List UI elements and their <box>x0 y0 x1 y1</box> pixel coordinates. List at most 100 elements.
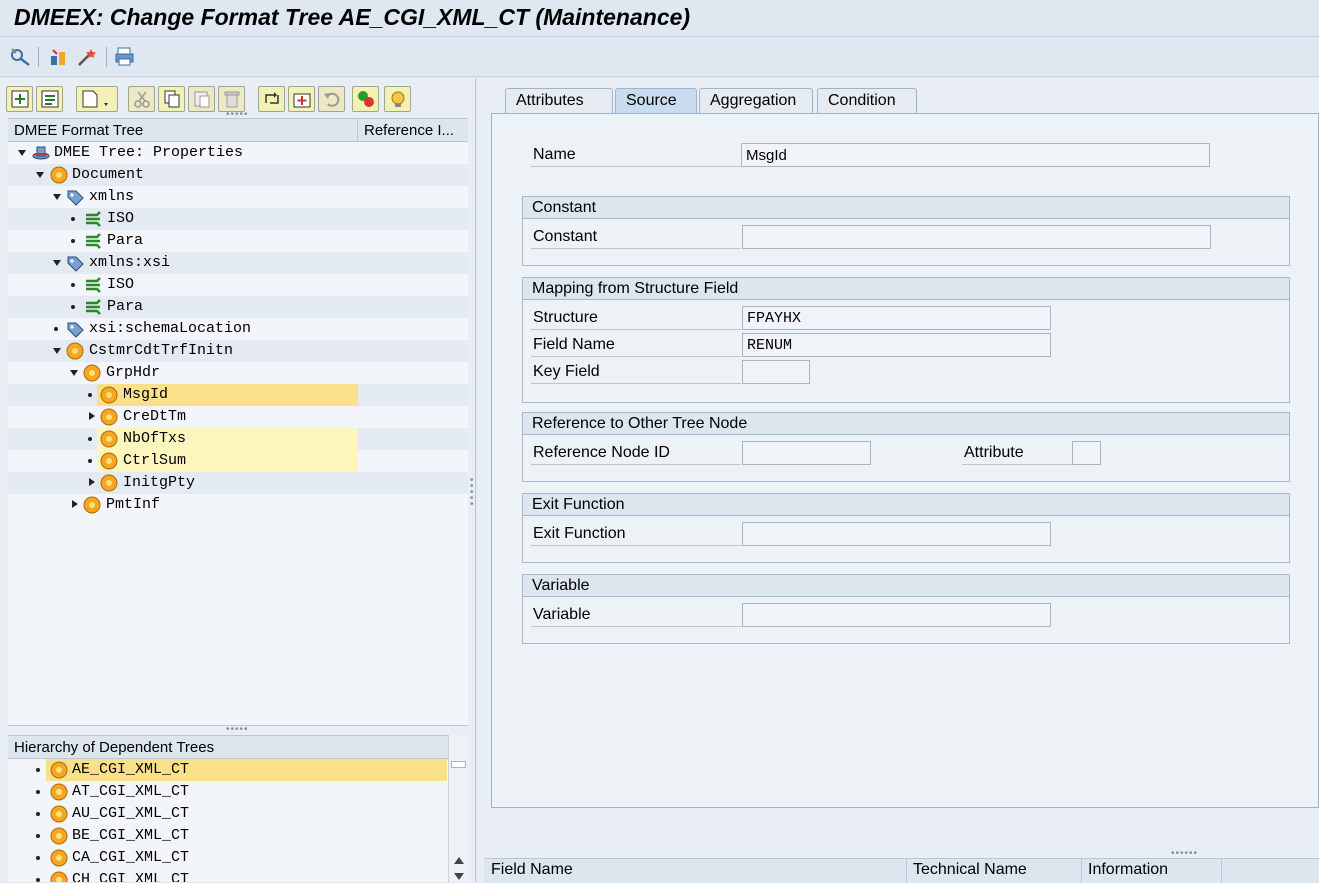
column-technical-name[interactable]: Technical Name <box>913 861 1027 879</box>
key-field-input[interactable] <box>742 360 810 384</box>
tree-row[interactable]: GrpHdr <box>8 362 468 384</box>
attribute-tag-icon <box>67 190 84 206</box>
element-node-icon <box>50 805 68 823</box>
add-element-icon[interactable] <box>288 86 315 112</box>
element-node-icon <box>50 761 68 779</box>
attribute-tag-icon <box>67 256 84 272</box>
reference-node-id-label: Reference Node ID <box>533 444 670 461</box>
dependent-tree-item[interactable]: AT_CGI_XML_CT <box>8 781 448 803</box>
tree-row[interactable]: xmlns <box>8 186 468 208</box>
attribute-label: Attribute <box>964 444 1024 461</box>
tree-row[interactable]: Para <box>8 296 468 318</box>
variable-field[interactable] <box>742 603 1051 627</box>
tree-row[interactable]: xsi:schemaLocation <box>8 318 468 340</box>
variable-group-title: Variable <box>523 575 1289 597</box>
constant-field[interactable] <box>742 225 1211 249</box>
new-document-dropdown-icon[interactable] <box>76 86 118 112</box>
right-panel: Attributes Source Aggregation Condition … <box>477 78 1319 882</box>
name-field[interactable]: MsgId <box>741 143 1210 167</box>
tree-row[interactable]: CstmrCdtTrfInitn <box>8 340 468 362</box>
tree-row[interactable]: InitgPty <box>8 472 468 494</box>
structure-field[interactable]: FPAYHX <box>742 306 1051 330</box>
key-field-label: Key Field <box>533 363 600 380</box>
element-node-icon <box>83 364 101 382</box>
mapping-node-icon <box>86 277 101 293</box>
element-node-icon <box>50 871 68 882</box>
insert-node-icon[interactable] <box>6 86 33 112</box>
wizard-icon[interactable] <box>74 44 100 70</box>
tree-row[interactable]: CtrlSum <box>8 450 468 472</box>
element-node-icon <box>100 474 118 492</box>
print-icon[interactable] <box>112 44 138 70</box>
dependent-tree-item-selected[interactable]: AE_CGI_XML_CT <box>8 759 448 781</box>
reference-node-id-field[interactable] <box>742 441 871 465</box>
scroll-thumb[interactable] <box>451 761 466 768</box>
mapping-node-icon <box>86 233 101 249</box>
field-name-label: Field Name <box>533 336 615 353</box>
constant-group-title: Constant <box>523 197 1289 219</box>
structure-label: Structure <box>533 309 598 326</box>
variable-label: Variable <box>533 606 591 623</box>
column-information[interactable]: Information <box>1088 861 1168 879</box>
tree-row[interactable]: Document <box>8 164 468 186</box>
column-field-name[interactable]: Field Name <box>491 861 573 879</box>
name-label: Name <box>533 146 576 163</box>
tree-row[interactable]: ISO <box>8 208 468 230</box>
field-name-field[interactable]: RENUM <box>742 333 1051 357</box>
tree-properties-icon <box>32 146 50 160</box>
tree-row-selected[interactable]: MsgId <box>8 384 468 406</box>
tree-row[interactable]: CreDtTm <box>8 406 468 428</box>
move-node-icon[interactable] <box>258 86 285 112</box>
exit-function-label: Exit Function <box>533 525 626 542</box>
attribute-tag-icon <box>67 322 84 338</box>
tree-row[interactable]: DMEE Tree: Properties <box>8 142 468 164</box>
reference-group: Reference to Other Tree Node Reference N… <box>522 412 1290 482</box>
element-node-icon <box>83 496 101 514</box>
column-dmee-format-tree[interactable]: DMEE Format Tree <box>14 122 358 139</box>
dependent-trees-list: AE_CGI_XML_CT AT_CGI_XML_CT AU_CGI_XML_C… <box>8 759 448 882</box>
dependent-trees-scrollbar[interactable] <box>448 735 468 882</box>
tree-row[interactable]: NbOfTxs <box>8 428 468 450</box>
attribute-field[interactable] <box>1072 441 1101 465</box>
mapping-group: Mapping from Structure Field Structure F… <box>522 277 1290 403</box>
mapping-node-icon <box>86 211 101 227</box>
mapping-group-title: Mapping from Structure Field <box>523 278 1289 300</box>
dependent-tree-item[interactable]: CA_CGI_XML_CT <box>8 847 448 869</box>
check-icon[interactable] <box>352 86 379 112</box>
info-bulb-icon[interactable] <box>384 86 411 112</box>
object-list-icon[interactable] <box>46 44 72 70</box>
scroll-down-icon[interactable] <box>454 873 464 880</box>
paste-icon[interactable] <box>188 86 215 112</box>
element-node-icon <box>100 408 118 426</box>
constant-label: Constant <box>533 228 598 245</box>
field-list-header: Field Name Technical Name Information <box>484 858 1319 883</box>
tab-source[interactable]: Source <box>615 88 697 113</box>
element-node-icon <box>50 827 68 845</box>
display-change-icon[interactable] <box>8 44 34 70</box>
format-tree-header: DMEE Format Tree Reference I... <box>8 118 468 142</box>
column-reference-id[interactable]: Reference I... <box>364 122 464 139</box>
dependent-tree-item[interactable]: CH_CGI_XML_CT <box>8 869 448 882</box>
undo-icon[interactable] <box>318 86 345 112</box>
tree-row[interactable]: ISO <box>8 274 468 296</box>
constant-group: Constant Constant <box>522 196 1290 266</box>
dependent-tree-item[interactable]: BE_CGI_XML_CT <box>8 825 448 847</box>
copy-icon[interactable] <box>158 86 185 112</box>
tab-attributes[interactable]: Attributes <box>505 88 613 113</box>
format-tree: DMEE Tree: Properties Document xmlns ISO… <box>8 142 468 726</box>
dependent-trees-header: Hierarchy of Dependent Trees <box>8 735 448 759</box>
tree-row[interactable]: xmlns:xsi <box>8 252 468 274</box>
tree-row[interactable]: Para <box>8 230 468 252</box>
exit-function-field[interactable] <box>742 522 1051 546</box>
variable-group: Variable Variable <box>522 574 1290 644</box>
tab-condition[interactable]: Condition <box>817 88 917 113</box>
tab-aggregation[interactable]: Aggregation <box>699 88 813 113</box>
scroll-up-icon[interactable] <box>454 857 464 864</box>
element-node-icon <box>50 783 68 801</box>
title-bar: DMEEX: Change Format Tree AE_CGI_XML_CT … <box>0 0 1319 37</box>
cut-icon[interactable] <box>128 86 155 112</box>
dependent-tree-item[interactable]: AU_CGI_XML_CT <box>8 803 448 825</box>
element-node-icon <box>50 166 68 184</box>
tree-row[interactable]: PmtInf <box>8 494 468 516</box>
insert-subnode-icon[interactable] <box>36 86 63 112</box>
